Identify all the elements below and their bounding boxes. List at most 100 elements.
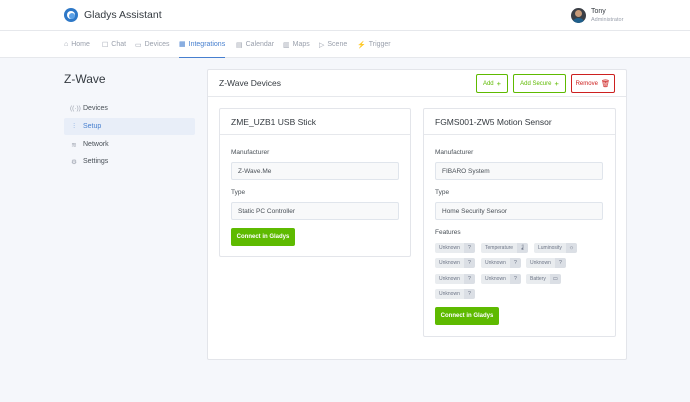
type-field: Home Security Sensor — [435, 202, 603, 220]
feature-tag: Unknown ? — [481, 274, 521, 284]
nav-label: Chat — [111, 41, 127, 48]
manufacturer-field: Z-Wave.Me — [231, 162, 399, 180]
nav-calendar[interactable]: ▤ Calendar — [236, 31, 274, 58]
manufacturer-label: Manufacturer — [231, 149, 270, 156]
sidebar-item-label: Network — [83, 141, 109, 148]
sidebar-item-label: Setup — [83, 123, 102, 130]
feature-label: Unknown — [435, 243, 464, 253]
question-icon: ? — [463, 274, 475, 284]
type-field: Static PC Controller — [231, 202, 399, 220]
manufacturer-field: FIBARO System — [435, 162, 603, 180]
main-nav: ⌂ Home ☐ Chat ▭ Devices ▦ Integrations ▤… — [0, 31, 690, 58]
zwave-devices-panel: Z-Wave Devices Add + Add Secure + Remove… — [207, 69, 627, 360]
plus-icon: + — [554, 79, 559, 88]
gladys-logo-icon — [64, 8, 78, 22]
feature-label: Battery — [526, 274, 550, 284]
add-button[interactable]: Add + — [476, 74, 508, 93]
plus-icon: + — [496, 79, 502, 88]
radio-icon: ((·)) — [70, 105, 81, 112]
panel-header: Z-Wave Devices Add + Add Secure + Remove… — [208, 70, 626, 97]
features-label: Features — [435, 229, 461, 236]
trigger-icon: ⚡ — [357, 41, 366, 49]
feature-tag: Unknown ? — [526, 258, 566, 268]
nav-home[interactable]: ⌂ Home — [64, 31, 90, 58]
home-icon: ⌂ — [64, 41, 69, 48]
calendar-icon: ▤ — [236, 41, 243, 49]
nav-trigger[interactable]: ⚡ Trigger — [357, 31, 391, 58]
feature-tag: Temperature 🌡 — [481, 243, 529, 253]
nav-label: Home — [71, 41, 90, 48]
question-icon: ? — [463, 258, 475, 268]
type-label: Type — [435, 189, 450, 196]
panel-title: Z-Wave Devices — [219, 78, 282, 88]
nav-scene[interactable]: ▷ Scene — [319, 31, 347, 58]
nav-label: Calendar — [245, 41, 275, 48]
feature-label: Unknown — [526, 258, 555, 268]
add-secure-button-label: Add Secure — [520, 80, 552, 87]
user-name: Tony — [591, 8, 606, 15]
sidebar-item-label: Settings — [83, 158, 109, 165]
sun-icon: ☼ — [565, 243, 577, 253]
feature-label: Unknown — [481, 274, 510, 284]
chat-icon: ☐ — [102, 41, 109, 49]
device-name: FGMS001-ZW5 Motion Sensor — [424, 109, 615, 135]
sidebar-item-network[interactable]: ≋ Network — [64, 136, 195, 153]
device-card: ZME_UZB1 USB Stick Manufacturer Z-Wave.M… — [219, 108, 411, 257]
remove-button-label: Remove — [575, 80, 598, 87]
nav-devices[interactable]: ▭ Devices — [135, 31, 170, 58]
user-role: Administrator — [591, 17, 624, 23]
avatar — [571, 8, 586, 23]
connect-in-gladys-button[interactable]: Connect in Gladys — [435, 307, 499, 325]
question-icon: ? — [509, 274, 521, 284]
feature-label: Luminosity — [534, 243, 566, 253]
map-icon: ▥ — [283, 41, 290, 49]
sidebar-item-setup[interactable]: ⫶ Setup — [64, 118, 195, 135]
sidebar-item-label: Devices — [83, 105, 108, 112]
question-icon: ? — [509, 258, 521, 268]
trash-icon: 🗑 — [600, 79, 611, 88]
nav-chat[interactable]: ☐ Chat — [102, 31, 126, 58]
connect-in-gladys-button[interactable]: Connect in Gladys — [231, 228, 295, 246]
feature-tag: Unknown ? — [435, 274, 475, 284]
feature-label: Unknown — [481, 258, 510, 268]
remove-button[interactable]: Remove 🗑 — [571, 74, 615, 93]
feature-label: Unknown — [435, 274, 464, 284]
battery-icon: ▭ — [549, 274, 561, 284]
nav-integrations[interactable]: ▦ Integrations — [179, 31, 226, 58]
gear-icon: ⚙ — [71, 158, 77, 166]
user-menu[interactable]: Tony Administrator — [571, 7, 623, 24]
nav-label: Scene — [327, 41, 348, 48]
feature-tag: Unknown ? — [435, 289, 475, 299]
question-icon: ? — [463, 243, 475, 253]
feature-label: Unknown — [435, 258, 464, 268]
feature-tag: Unknown ? — [435, 258, 475, 268]
device-name: ZME_UZB1 USB Stick — [220, 109, 410, 135]
nav-maps[interactable]: ▥ Maps — [283, 31, 310, 58]
nav-label: Integrations — [188, 40, 226, 48]
integrations-icon: ▦ — [179, 41, 186, 48]
manufacturer-label: Manufacturer — [435, 149, 474, 156]
question-icon: ? — [554, 258, 566, 268]
nav-label: Devices — [144, 41, 170, 48]
type-label: Type — [231, 189, 246, 196]
thermometer-icon: 🌡 — [517, 243, 529, 253]
device-card: FGMS001-ZW5 Motion Sensor Manufacturer F… — [423, 108, 616, 337]
nav-label: Trigger — [368, 41, 391, 48]
add-button-label: Add — [482, 80, 494, 87]
feature-label: Unknown — [435, 289, 464, 299]
add-secure-button[interactable]: Add Secure + — [513, 74, 566, 93]
feature-tag: Unknown ? — [435, 243, 475, 253]
sliders-icon: ⫶ — [73, 122, 75, 130]
brand[interactable]: Gladys Assistant — [64, 8, 162, 22]
nav-label: Maps — [292, 41, 310, 48]
play-icon: ▷ — [319, 41, 325, 49]
feature-tag: Luminosity ☼ — [534, 243, 577, 253]
page-title: Z-Wave — [64, 72, 106, 86]
devices-icon: ▭ — [135, 41, 142, 49]
feature-tag: Unknown ? — [481, 258, 521, 268]
feature-label: Temperature — [481, 243, 518, 253]
app-name: Gladys Assistant — [84, 9, 162, 21]
top-bar: Gladys Assistant Tony Administrator — [0, 0, 690, 31]
sidebar-item-settings[interactable]: ⚙ Settings — [64, 153, 195, 170]
sidebar-item-devices[interactable]: ((·)) Devices — [64, 100, 195, 117]
